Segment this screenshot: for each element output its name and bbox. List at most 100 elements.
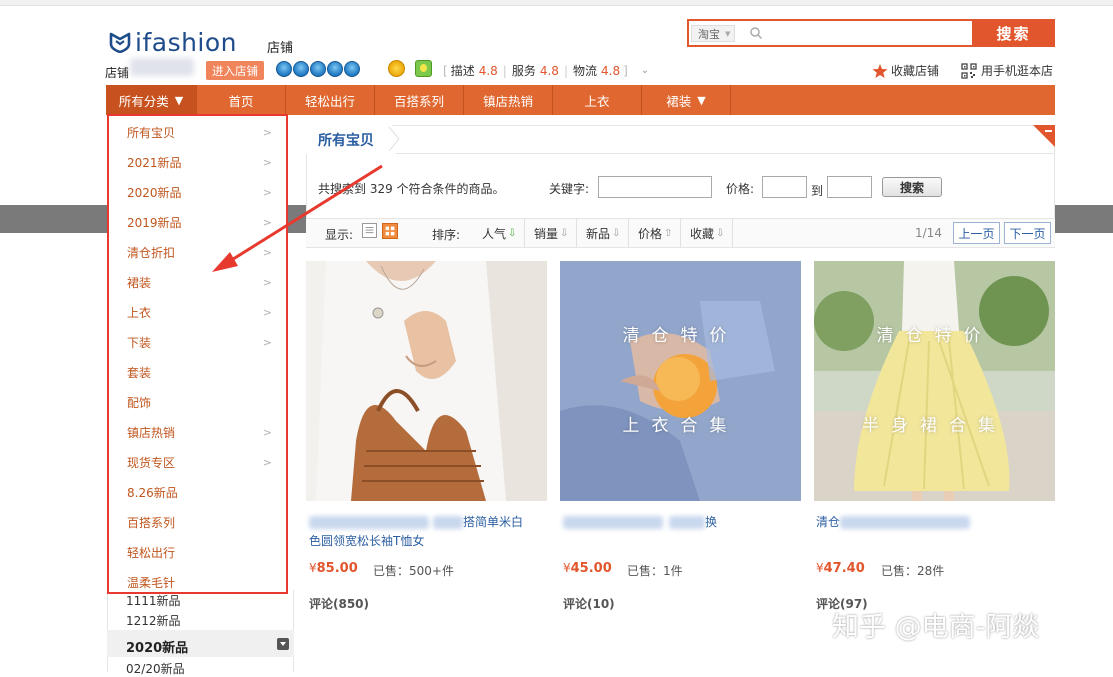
shop-ratings[interactable]: [ 描述 4.8 | 服务 4.8 | 物流 4.8 ] ⌄ — [440, 62, 649, 79]
category-label: 上衣 — [127, 305, 152, 320]
divider: | — [563, 63, 568, 78]
nav-item-bestsellers[interactable]: 镇店热销 — [464, 85, 553, 115]
title-text: 搭简单米白 — [463, 515, 524, 529]
title-redacted — [669, 516, 705, 529]
nav-item-skirts[interactable]: 裙装 ▼ — [642, 85, 731, 115]
sidebar-item[interactable]: 1111新品 — [126, 592, 181, 609]
overlay-text-top: 清仓特价 — [876, 326, 993, 346]
filter-search-button[interactable]: 搜索 — [882, 177, 942, 197]
crown-icon — [276, 61, 292, 77]
title-redacted — [840, 516, 971, 529]
tab-all-items[interactable]: 所有宝贝 — [306, 125, 392, 154]
brand-name: ifashion — [135, 27, 238, 57]
category-item[interactable]: 上衣 > — [127, 302, 272, 322]
mobile-shop-label: 用手机逛本店 — [981, 64, 1054, 78]
nav-item-travel[interactable]: 轻松出行 — [286, 85, 375, 115]
title-redacted — [563, 516, 663, 529]
product-price: ¥85.00 — [309, 561, 358, 576]
search-scope-select[interactable]: 淘宝 ▼ — [691, 25, 735, 42]
search-button[interactable]: 搜索 — [972, 19, 1055, 47]
price-min-input[interactable] — [762, 176, 807, 198]
sidebar-item[interactable]: 02/20新品 — [126, 660, 185, 677]
category-item[interactable]: 温柔毛针 — [127, 572, 272, 592]
category-item[interactable]: 8.26新品 — [127, 482, 272, 502]
product-title[interactable]: 清仓 — [816, 513, 1057, 532]
title-text: 清仓 — [816, 515, 841, 529]
search-input[interactable] — [765, 24, 970, 43]
sort-favorites[interactable]: 收藏 ⇩ — [682, 219, 734, 247]
bracket-open: [ — [443, 63, 448, 78]
price-value: 85.00 — [316, 561, 358, 576]
sort-price[interactable]: 价格 ⇧ — [630, 219, 682, 247]
category-label: 镇店热销 — [127, 425, 176, 440]
product-sold: 已售：1件 — [627, 564, 683, 578]
product-title[interactable]: 换 — [563, 513, 804, 532]
rating-label: 物流 — [573, 64, 598, 78]
nav-all-categories[interactable]: 所有分类 ▼ — [106, 85, 197, 115]
qr-code-icon — [961, 62, 977, 79]
enter-shop-button[interactable]: 进入店铺 — [206, 61, 264, 80]
prev-page-button[interactable]: 上一页 — [953, 222, 1000, 244]
collapse-icon[interactable] — [277, 638, 289, 650]
rating-score: 4.8 — [539, 63, 559, 78]
page-indicator: 1/14 — [915, 226, 942, 240]
category-item[interactable]: 现货专区 > — [127, 452, 272, 472]
crown-icon — [344, 61, 360, 77]
category-item[interactable]: 下装 > — [127, 332, 272, 352]
product-reviews[interactable]: 评论(850) — [309, 595, 369, 612]
shop-logo[interactable]: ifashion — [109, 26, 237, 58]
mobile-shop-link[interactable]: 用手机逛本店 — [961, 62, 1053, 79]
sort-sales-label: 销量 — [534, 226, 559, 241]
badge-icon[interactable] — [415, 60, 432, 77]
price-max-input[interactable] — [827, 176, 872, 198]
product-title[interactable]: 搭简单米白 色圆领宽松长袖T恤女 — [309, 513, 550, 551]
shield-logo-icon — [109, 32, 131, 53]
currency-symbol: ¥ — [816, 561, 824, 575]
nav-item-home[interactable]: 首页 — [197, 85, 286, 115]
crown-icon — [310, 61, 326, 77]
price-to-label: 到 — [811, 184, 824, 198]
sort-label: 排序: — [432, 228, 461, 242]
favorite-shop-link[interactable]: 收藏店铺 — [872, 62, 939, 79]
title-text: 换 — [705, 515, 718, 529]
sort-popularity[interactable]: 人气 ⇩ — [474, 219, 526, 247]
category-item[interactable]: 所有宝贝 > — [127, 122, 272, 142]
keyword-input[interactable] — [598, 176, 712, 198]
chevron-right-icon: > — [262, 335, 272, 349]
currency-symbol: ¥ — [309, 561, 317, 575]
title-text: 色圆领宽松长袖T恤女 — [309, 534, 425, 548]
nav-item-basics[interactable]: 百搭系列 — [375, 85, 464, 115]
sidebar-item[interactable]: 1212新品 — [126, 612, 181, 629]
category-item[interactable]: 镇店热销 > — [127, 422, 272, 442]
category-item[interactable]: 轻松出行 — [127, 542, 272, 562]
chevron-down-icon[interactable]: ⌄ — [641, 65, 649, 76]
title-redacted — [433, 516, 463, 529]
next-page-button[interactable]: 下一页 — [1004, 222, 1051, 244]
watermark: 知乎 @电商-阿燚 — [832, 612, 1040, 643]
credit-level — [276, 61, 360, 77]
overlay-text-bottom: 上衣合集 — [622, 416, 739, 436]
category-item[interactable]: 配饰 — [127, 392, 272, 412]
category-item[interactable]: 百搭系列 — [127, 512, 272, 532]
sort-price-label: 价格 — [638, 226, 663, 241]
category-label: 8.26新品 — [127, 485, 178, 500]
nav-all-label: 所有分类 — [118, 93, 169, 109]
search-box: 淘宝 ▼ 搜索 — [687, 19, 1055, 47]
product-image[interactable]: 清仓特价 上衣合集 — [560, 261, 801, 501]
nav-item-tops[interactable]: 上衣 — [553, 85, 642, 115]
search-icon — [750, 27, 763, 40]
medal-icon[interactable] — [388, 60, 405, 77]
category-item[interactable]: 套装 — [127, 362, 272, 382]
product-price: ¥45.00 — [563, 561, 612, 576]
product-image[interactable] — [306, 261, 547, 501]
arrow-down-icon: ⇩ — [508, 227, 517, 239]
product-image[interactable]: 清仓特价 半身裙合集 — [814, 261, 1055, 501]
arrow-down-icon: ⇩ — [612, 227, 621, 239]
category-label: 温柔毛针 — [127, 575, 176, 590]
sort-sales[interactable]: 销量 ⇩ — [526, 219, 578, 247]
sort-newest[interactable]: 新品 ⇩ — [578, 219, 630, 247]
corner-tag-icon — [1033, 125, 1055, 147]
product-reviews[interactable]: 评论(10) — [563, 595, 615, 612]
category-label: 清仓折扣 — [127, 245, 176, 260]
product-photo-skirt — [814, 261, 1055, 501]
